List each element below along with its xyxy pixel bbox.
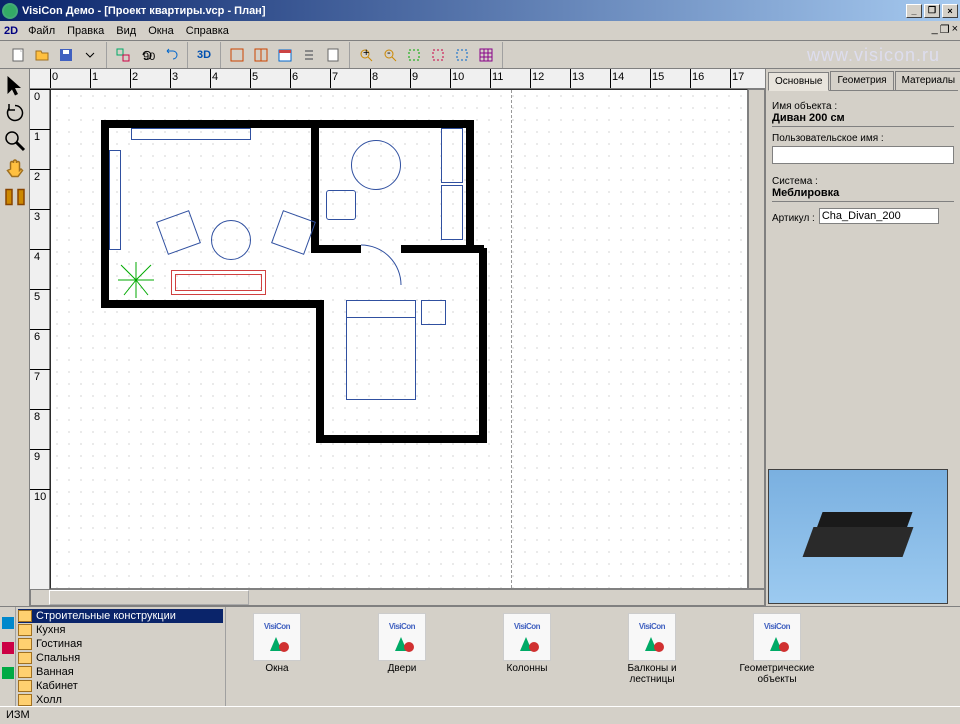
open-button[interactable] [30,43,54,67]
grid-button[interactable] [474,43,498,67]
select-tool[interactable] [3,73,27,97]
tab-geometry[interactable]: Геометрия [830,71,893,90]
article-input[interactable] [819,208,939,224]
system-value: Меблировка [772,187,954,202]
svg-text:90: 90 [143,51,155,63]
svg-text:-: - [387,47,391,59]
scrollbar-horizontal[interactable] [30,589,765,606]
object-name-label: Имя объекта : [772,101,954,112]
zoom-out-button[interactable]: - [378,43,402,67]
view2-button[interactable] [249,43,273,67]
menubar: 2D Файл Правка Вид Окна Справка _ ❐ × [0,21,960,41]
object-name-value: Диван 200 см [772,112,954,127]
restore-button[interactable]: ❐ [924,4,940,18]
menu-view[interactable]: Вид [110,23,142,39]
menu-file[interactable]: Файл [22,23,61,39]
plant-icon [116,260,156,300]
save-button[interactable] [54,43,78,67]
snap3-button[interactable] [450,43,474,67]
pan-tool[interactable] [3,157,27,181]
undo-button[interactable] [159,43,183,67]
user-name-label: Пользовательское имя : [772,133,954,144]
mode-3d-button[interactable]: 3D [192,43,216,67]
catalog-folder[interactable]: Кабинет [18,679,223,693]
status-left: ИЗМ [6,709,30,721]
menu-help[interactable]: Справка [180,23,235,39]
ruler-horizontal: 01234567891011121314151617 [30,69,765,89]
gallery-item[interactable]: VisiConОкна [232,613,322,674]
system-label: Система : [772,176,954,187]
zoom-in-button[interactable]: + [354,43,378,67]
zoom-tool[interactable] [3,129,27,153]
gallery-item[interactable]: VisiConГеометрические объекты [732,613,822,685]
catalog-folder[interactable]: Ванная [18,665,223,679]
save-dropdown[interactable] [78,43,102,67]
view1-button[interactable] [225,43,249,67]
tool-palette [0,69,30,606]
catalog-folder-list[interactable]: Строительные конструкцииКухняГостинаяСпа… [16,607,226,706]
tree-icon[interactable] [2,667,14,682]
titlebar: VisiCon Демо - [Проект квартиры.vcp - Пл… [0,0,960,21]
catalog-folder[interactable]: Кухня [18,623,223,637]
gallery-item[interactable]: VisiConБалконы и лестницы [607,613,697,685]
snap1-button[interactable] [402,43,426,67]
doc-button[interactable] [321,43,345,67]
catalog-folder[interactable]: Спальня [18,651,223,665]
tab-general[interactable]: Основные [768,72,829,91]
menu-windows[interactable]: Окна [142,23,180,39]
article-label: Артикул : [772,213,815,224]
preview-3d [768,469,948,604]
tree-icon[interactable] [2,642,14,657]
window-title: VisiCon Демо - [Проект квартиры.vcp - Пл… [22,5,906,17]
rotate-tool[interactable] [3,101,27,125]
tab-materials[interactable]: Материалы [895,71,960,90]
minimize-button[interactable]: _ [906,4,922,18]
group-button[interactable] [111,43,135,67]
menu-edit[interactable]: Правка [61,23,110,39]
child-minimize-button[interactable]: _ [932,23,938,36]
canvas[interactable] [50,89,748,589]
ruler-vertical: 012345678910 [30,89,50,589]
catalog-gallery: VisiConОкна VisiConДвери VisiConКолонны Vis… [226,607,960,706]
mode-2d-button[interactable]: 2D [4,25,18,37]
statusbar: ИЗМ [0,706,960,724]
catalog-folder[interactable]: Гостиная [18,637,223,651]
app-icon [2,3,18,19]
user-name-input[interactable] [772,146,954,164]
sofa-preview [798,507,918,567]
tree-icon[interactable] [2,617,14,632]
catalog-tree-icons [0,607,16,706]
properties-panel: Основные Геометрия Материалы Имя объекта… [765,69,960,606]
gallery-item[interactable]: VisiConКолонны [482,613,572,674]
scrollbar-vertical[interactable] [748,89,765,589]
new-button[interactable] [6,43,30,67]
close-button[interactable]: × [942,4,958,18]
catalog-panel: Строительные конструкцииКухняГостинаяСпа… [0,606,960,706]
gallery-item[interactable]: VisiConДвери [357,613,447,674]
rotate-button[interactable]: 90 [135,43,159,67]
calendar-button[interactable] [273,43,297,67]
toolbar: 90 3D + - www.visicon.ru [0,41,960,69]
options-button[interactable] [297,43,321,67]
snap2-button[interactable] [426,43,450,67]
svg-text:+: + [363,47,369,59]
catalog-folder[interactable]: Холл [18,693,223,706]
catalog-folder[interactable]: Строительные конструкции [18,609,223,623]
watermark: www.visicon.ru [807,45,940,66]
measure-tool[interactable] [3,185,27,209]
child-restore-button[interactable]: ❐ [940,23,950,36]
child-close-button[interactable]: × [952,23,958,36]
